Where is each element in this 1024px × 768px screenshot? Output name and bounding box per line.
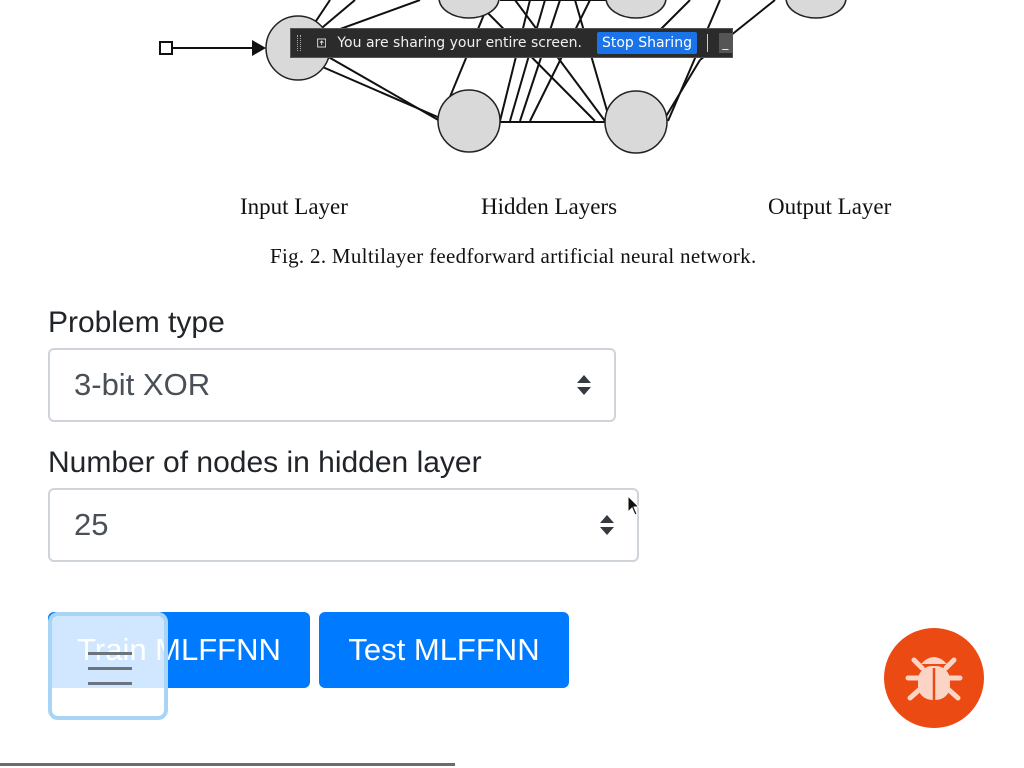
share-message: You are sharing your entire screen.	[337, 35, 582, 51]
stop-sharing-button[interactable]: Stop Sharing	[596, 32, 697, 54]
hidden-nodes-label: Number of nodes in hidden layer	[48, 446, 482, 479]
bug-report-button[interactable]	[884, 628, 984, 728]
problem-type-select[interactable]: 3-bit XOR	[48, 348, 616, 422]
input-arrow-head	[252, 40, 266, 56]
scroll-indicator	[0, 763, 455, 766]
test-button[interactable]: Test MLFFNN	[319, 612, 569, 688]
input-layer-label: Input Layer	[240, 194, 348, 219]
share-screen-icon	[317, 38, 327, 48]
hidden-nodes-select[interactable]: 25	[48, 488, 639, 562]
hidden-node	[437, 89, 501, 153]
problem-type-value: 3-bit XOR	[74, 367, 211, 402]
select-arrows-icon	[577, 375, 591, 395]
select-arrows-icon	[600, 515, 614, 535]
hidden-node	[605, 0, 667, 19]
bug-icon	[905, 657, 963, 701]
network-nodes	[265, 0, 847, 154]
hidden-layers-label: Hidden Layers	[481, 194, 618, 219]
input-square	[159, 41, 173, 55]
mouse-cursor-icon	[627, 495, 641, 516]
output-layer-label: Output Layer	[768, 194, 892, 219]
problem-type-label: Problem type	[48, 306, 225, 339]
figure-caption: Fig. 2. Multilayer feedforward artificia…	[270, 244, 757, 268]
hide-bar-button[interactable]: _	[718, 33, 732, 53]
output-node	[785, 0, 847, 19]
hidden-node	[604, 90, 668, 154]
hidden-nodes-value: 25	[74, 507, 109, 542]
menu-button[interactable]	[48, 612, 168, 720]
screen-share-bar: You are sharing your entire screen. Stop…	[290, 28, 733, 58]
divider	[706, 34, 708, 52]
drag-handle[interactable]	[297, 35, 301, 51]
